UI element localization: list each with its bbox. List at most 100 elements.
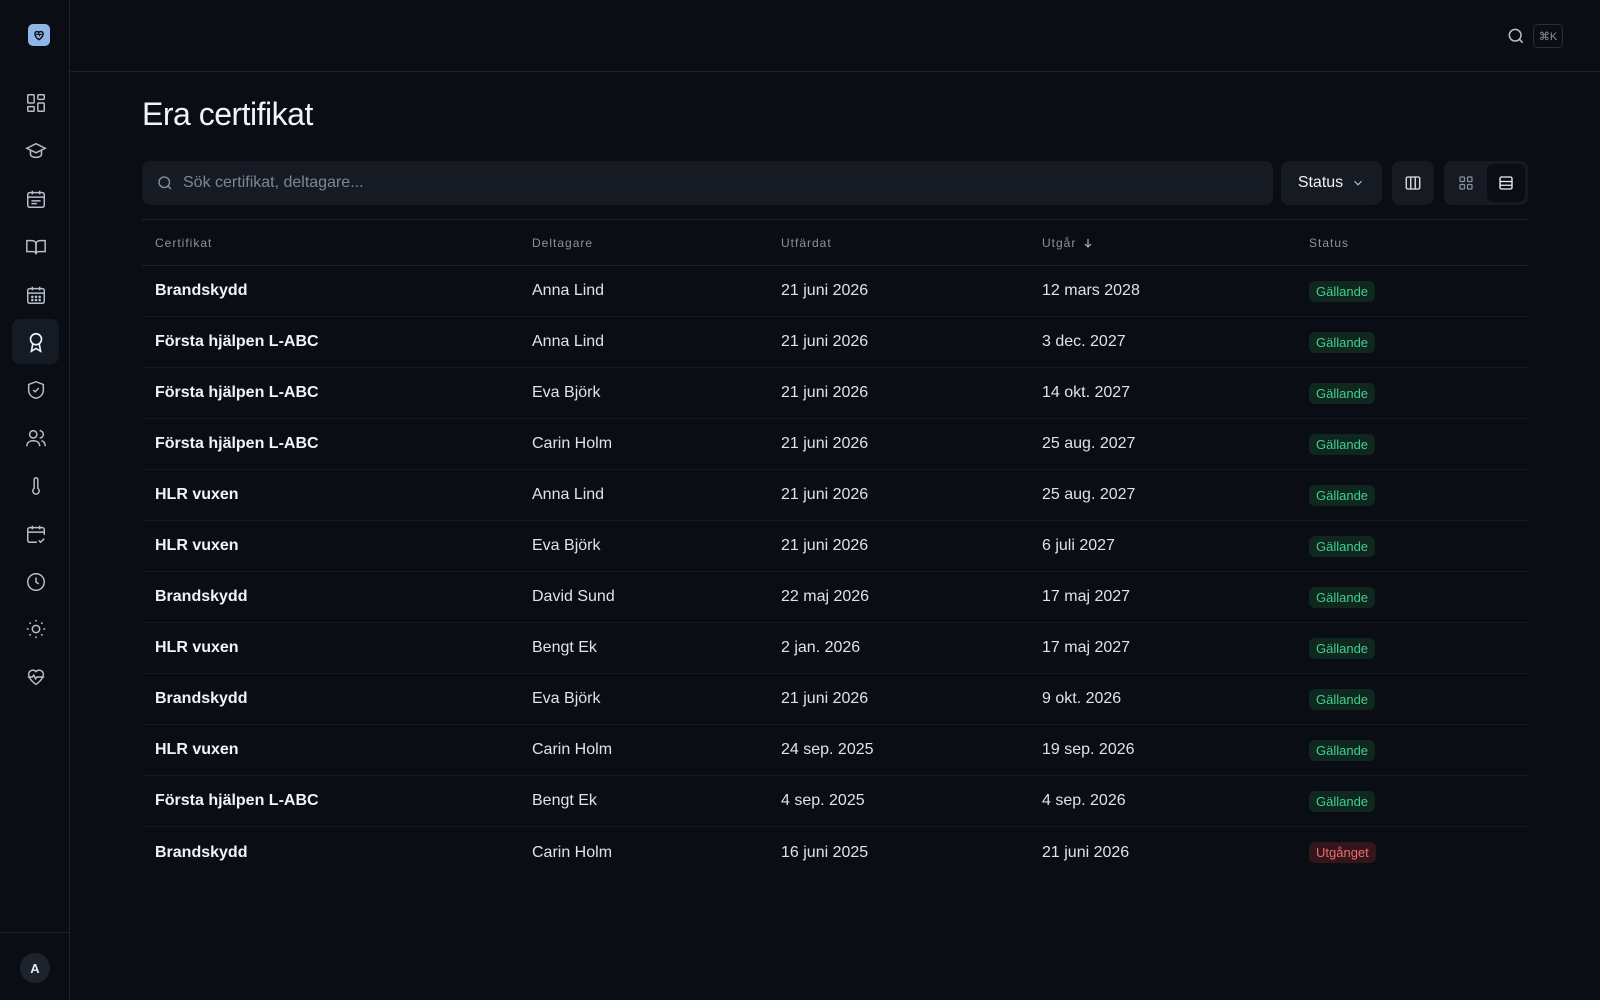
sidebar-item-bookings[interactable] xyxy=(12,511,59,556)
sidebar-item-dashboard[interactable] xyxy=(12,80,59,125)
book-open-icon xyxy=(25,239,46,254)
sidebar-item-participants[interactable] xyxy=(12,415,59,460)
certificates-table: Certifikat Deltagare Utfärdat Utgår Stat… xyxy=(142,219,1528,878)
cell-expires: 6 juli 2027 xyxy=(1042,537,1115,554)
table-row[interactable]: HLR vuxen Bengt Ek 2 jan. 2026 17 maj 2027 G… xyxy=(142,623,1528,674)
cell-status: Gällande xyxy=(1309,586,1528,608)
table-row[interactable]: Brandskydd David Sund 22 maj 2026 17 maj 20… xyxy=(142,572,1528,623)
cell-certificate: HLR vuxen xyxy=(155,537,239,554)
cell-issued: 21 juni 2026 xyxy=(781,282,869,299)
search-bar[interactable] xyxy=(142,161,1273,205)
sidebar-item-theme[interactable] xyxy=(12,606,59,651)
grid-view-button[interactable] xyxy=(1447,164,1485,202)
table-row[interactable]: Brandskydd Anna Lind 21 juni 2026 12 mars 2… xyxy=(142,266,1528,317)
cell-issued: 24 sep. 2025 xyxy=(781,741,874,758)
status-badge: Gällande xyxy=(1309,280,1376,302)
cell-participant: Carin Holm xyxy=(532,741,613,758)
cell-status: Gällande xyxy=(1309,331,1528,353)
heart-logo-icon[interactable] xyxy=(28,24,50,46)
sun-icon xyxy=(26,619,45,638)
header-certificate[interactable]: Certifikat xyxy=(142,236,532,250)
table-row[interactable]: HLR vuxen Anna Lind 21 juni 2026 25 aug. 20… xyxy=(142,470,1528,521)
sidebar-item-temperature[interactable] xyxy=(12,463,59,508)
header-expires-label: Utgår xyxy=(1042,235,1077,250)
graduation-cap-icon xyxy=(24,142,47,158)
cell-issued: 4 sep. 2025 xyxy=(781,792,865,809)
table-row[interactable]: Första hjälpen L-ABC Bengt Ek 4 sep. 2025 4… xyxy=(142,776,1528,827)
status-badge: Gällande xyxy=(1309,790,1376,812)
header-participant[interactable]: Deltagare xyxy=(532,236,781,250)
cell-participant: Carin Holm xyxy=(532,435,613,452)
cell-status: Gällande xyxy=(1309,637,1528,659)
thermometer-icon xyxy=(31,476,40,495)
sidebar-item-certificates[interactable] xyxy=(12,319,59,364)
avatar[interactable]: A xyxy=(20,953,50,983)
table-row[interactable]: Första hjälpen L-ABC Carin Holm 21 juni 20… xyxy=(142,419,1528,470)
grid-icon xyxy=(1459,176,1473,190)
cell-expires: 25 aug. 2027 xyxy=(1042,435,1136,452)
status-badge: Gällande xyxy=(1309,382,1376,404)
sidebar-item-health[interactable] xyxy=(12,654,59,699)
cell-participant: Anna Lind xyxy=(532,486,605,503)
search-icon[interactable] xyxy=(1506,26,1526,46)
command-shortcut-badge[interactable]: ⌘K xyxy=(1533,24,1563,48)
list-view-button[interactable] xyxy=(1487,164,1525,202)
table-row[interactable]: Brandskydd Carin Holm 16 juni 2025 21 juni … xyxy=(142,827,1528,878)
cell-status: Utgånget xyxy=(1309,842,1528,863)
cell-expires: 3 dec. 2027 xyxy=(1042,333,1126,350)
cell-expires: 14 okt. 2027 xyxy=(1042,384,1131,401)
status-badge: Gällande xyxy=(1309,739,1376,761)
sidebar-item-library[interactable] xyxy=(12,224,59,269)
search-input[interactable] xyxy=(183,174,1273,192)
header-status[interactable]: Status xyxy=(1309,236,1528,250)
cell-certificate: Brandskydd xyxy=(155,282,248,299)
cell-status: Gällande xyxy=(1309,739,1528,761)
sidebar: A xyxy=(0,0,70,1000)
sidebar-item-courses[interactable] xyxy=(12,128,59,173)
cell-expires: 9 okt. 2026 xyxy=(1042,690,1122,707)
chevron-down-icon xyxy=(1354,180,1363,186)
sidebar-item-safety[interactable] xyxy=(12,367,59,412)
cell-certificate: Brandskydd xyxy=(155,690,248,707)
calendar-list-icon xyxy=(26,190,45,208)
cell-participant: Bengt Ek xyxy=(532,639,597,656)
cell-certificate: Första hjälpen L-ABC xyxy=(155,384,319,401)
cell-participant: Bengt Ek xyxy=(532,792,597,809)
table-row[interactable]: Första hjälpen L-ABC Anna Lind 21 juni 202… xyxy=(142,317,1528,368)
columns-icon xyxy=(1405,176,1421,190)
status-badge: Gällande xyxy=(1309,484,1376,506)
cell-issued: 21 juni 2026 xyxy=(781,333,869,350)
table-row[interactable]: Första hjälpen L-ABC Eva Björk 21 juni 202… xyxy=(142,368,1528,419)
table-row[interactable]: HLR vuxen Carin Holm 24 sep. 2025 19 sep. 2… xyxy=(142,725,1528,776)
cell-participant: Eva Björk xyxy=(532,690,601,707)
status-badge: Gällande xyxy=(1309,688,1376,710)
shield-check-icon xyxy=(27,380,44,399)
table-row[interactable]: Brandskydd Eva Björk 21 juni 2026 9 okt. 20… xyxy=(142,674,1528,725)
cell-issued: 22 maj 2026 xyxy=(781,588,870,605)
status-badge: Gällande xyxy=(1309,433,1376,455)
sidebar-item-schedule[interactable] xyxy=(12,176,59,221)
status-badge: Gällande xyxy=(1309,637,1376,659)
cell-issued: 2 jan. 2026 xyxy=(781,639,861,656)
table-header: Certifikat Deltagare Utfärdat Utgår Stat… xyxy=(142,220,1528,266)
header-issued[interactable]: Utfärdat xyxy=(781,236,1042,250)
list-icon xyxy=(1499,176,1513,190)
cell-status: Gällande xyxy=(1309,535,1528,557)
sidebar-item-calendar[interactable] xyxy=(12,272,59,317)
status-filter-button[interactable]: Status xyxy=(1281,161,1382,205)
cell-certificate: Brandskydd xyxy=(155,588,248,605)
cell-participant: Anna Lind xyxy=(532,333,605,350)
table-row[interactable]: HLR vuxen Eva Björk 21 juni 2026 6 juli 202… xyxy=(142,521,1528,572)
cell-issued: 16 juni 2025 xyxy=(781,843,869,861)
status-badge: Gällande xyxy=(1309,331,1376,353)
cell-status: Gällande xyxy=(1309,484,1528,506)
columns-button[interactable] xyxy=(1392,161,1434,205)
header-expires[interactable]: Utgår xyxy=(1042,236,1309,250)
sidebar-item-history[interactable] xyxy=(12,559,59,604)
cell-participant: David Sund xyxy=(532,588,615,605)
heart-pulse-icon xyxy=(27,668,44,685)
cell-issued: 21 juni 2026 xyxy=(781,537,869,554)
cell-certificate: Första hjälpen L-ABC xyxy=(155,435,319,452)
table-body: Brandskydd Anna Lind 21 juni 2026 12 mars 2… xyxy=(142,266,1528,878)
cell-expires: 4 sep. 2026 xyxy=(1042,792,1126,809)
